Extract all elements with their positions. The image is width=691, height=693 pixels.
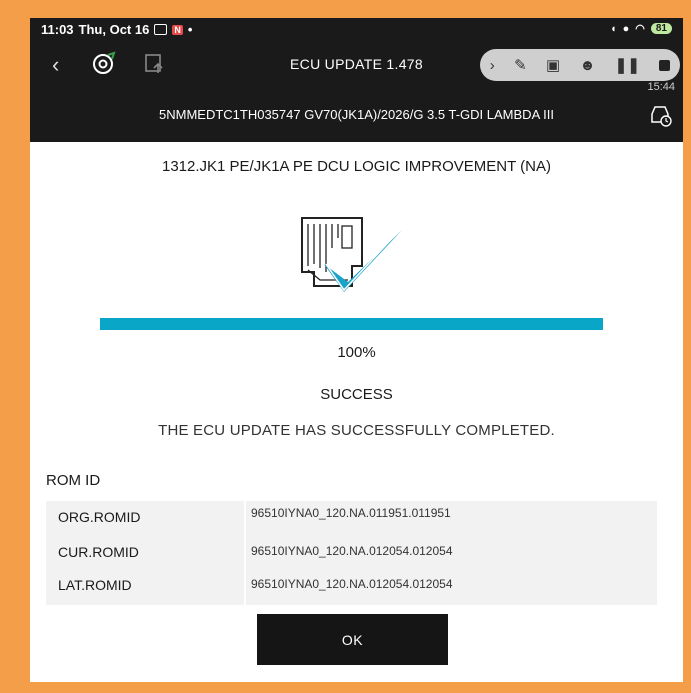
- app-toolbar: ‹ ECU UPDATE 1.478 › ✎ ▣ ☻ ❚❚: [30, 42, 683, 88]
- rom-key: LAT.ROMID: [58, 577, 132, 593]
- vehicle-info: 5NMMEDTC1TH035747 GV70(JK1A)/2026/G 3.5 …: [159, 107, 554, 122]
- table-row: ORG.ROMID 96510IYNA0_120.NA.011951.01195…: [46, 501, 657, 534]
- clock: 11:03: [41, 22, 74, 37]
- recording-timer: 15:44: [647, 81, 675, 93]
- progress-percent: 100%: [337, 344, 376, 361]
- wifi-icon: ◠: [635, 23, 645, 35]
- pencil-icon[interactable]: ✎: [514, 56, 527, 74]
- add-person-icon[interactable]: ☻: [580, 57, 596, 74]
- dot-icon: •: [187, 22, 193, 37]
- location-icon: ●: [622, 22, 630, 35]
- table-row: LAT.ROMID 96510IYNA0_120.NA.012054.01205…: [46, 569, 657, 602]
- chevron-right-icon[interactable]: ›: [490, 57, 495, 74]
- mute-icon: ◖: [609, 22, 617, 35]
- rom-value: 96510IYNA0_120.NA.012054.012054: [251, 577, 453, 591]
- notification-badge-icon: N: [172, 24, 183, 35]
- rom-key: CUR.ROMID: [58, 544, 139, 560]
- date: Thu, Oct 16: [78, 22, 150, 37]
- update-headline: 1312.JK1 PE/JK1A PE DCU LOGIC IMPROVEMEN…: [161, 158, 551, 175]
- car-diagnostic-icon[interactable]: [647, 102, 673, 128]
- ok-button[interactable]: OK: [257, 614, 448, 665]
- update-status: SUCCESS: [320, 386, 393, 403]
- ecu-success-check-icon: [301, 217, 402, 292]
- progress-fill: [100, 318, 603, 330]
- rom-id-table: ORG.ROMID 96510IYNA0_120.NA.011951.01195…: [46, 501, 657, 605]
- system-status-bar: 11:03 Thu, Oct 16 N • ◖ ● ◠ 81: [30, 18, 683, 42]
- update-progress-bar: [100, 318, 603, 330]
- pause-icon[interactable]: ❚❚: [615, 56, 640, 74]
- update-result-panel: 1312.JK1 PE/JK1A PE DCU LOGIC IMPROVEMEN…: [30, 142, 683, 682]
- rom-id-label: ROM ID: [46, 472, 101, 489]
- camera-icon[interactable]: ▣: [546, 56, 560, 74]
- table-row: CUR.ROMID 96510IYNA0_120.NA.012054.01205…: [46, 536, 657, 569]
- battery-icon: 81: [650, 23, 672, 34]
- rom-key: ORG.ROMID: [58, 509, 141, 525]
- vehicle-info-bar: 5NMMEDTC1TH035747 GV70(JK1A)/2026/G 3.5 …: [30, 88, 683, 142]
- app-screen: 11:03 Thu, Oct 16 N • ◖ ● ◠ 81 ‹ ECU UPD…: [30, 18, 683, 682]
- stop-icon[interactable]: [659, 59, 671, 71]
- screen-recorder-bar: › ✎ ▣ ☻ ❚❚: [480, 49, 680, 81]
- rom-value: 96510IYNA0_120.NA.012054.012054: [251, 544, 453, 558]
- update-message: THE ECU UPDATE HAS SUCCESSFULLY COMPLETE…: [158, 422, 555, 439]
- screen-icon: [154, 24, 168, 35]
- rom-value: 96510IYNA0_120.NA.011951.011951: [251, 506, 451, 520]
